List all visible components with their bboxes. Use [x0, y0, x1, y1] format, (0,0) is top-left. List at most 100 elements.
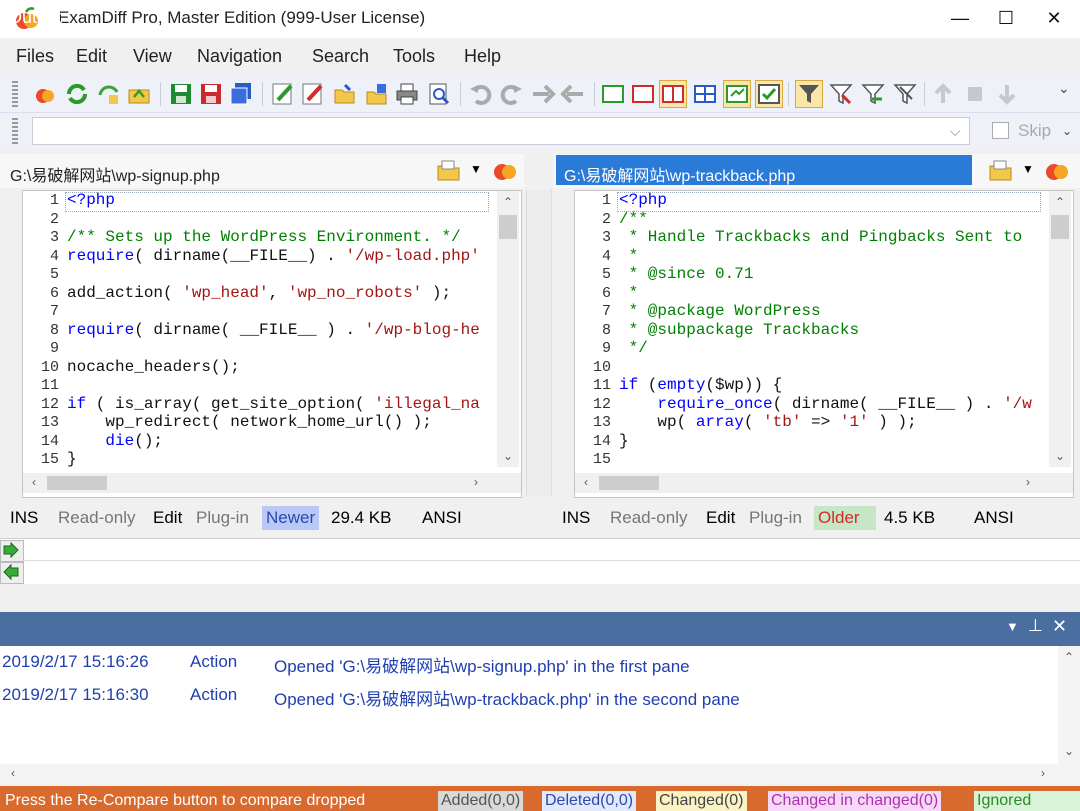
code-line[interactable]: * Handle Trackbacks and Pingbacks Sent t… [619, 228, 1023, 246]
left-file-path[interactable]: G:\易破解网站\wp-signup.php [10, 162, 220, 186]
edit-right-icon[interactable] [300, 81, 326, 107]
code-line[interactable]: wp( array( 'tb' => '1' ) ); [619, 413, 916, 431]
code-line[interactable]: if (empty($wp)) { [619, 376, 782, 394]
left-horizontal-scrollbar[interactable]: ‹ › [23, 473, 521, 493]
chevron-down-icon[interactable]: ▼ [470, 162, 482, 176]
left-code-area[interactable]: <?php/** Sets up the WordPress Environme… [63, 191, 497, 478]
menu-files[interactable]: Files [16, 46, 54, 67]
compare-icon[interactable] [32, 81, 58, 107]
side-by-side-icon[interactable] [659, 80, 687, 108]
right-horizontal-scrollbar[interactable]: ‹ › [575, 473, 1073, 493]
code-line[interactable]: wp_redirect( network_home_url() ); [67, 413, 431, 431]
pane-splitter[interactable] [526, 190, 552, 496]
current-diff-icon[interactable] [962, 81, 988, 107]
arrow-right-icon[interactable] [0, 540, 24, 562]
code-line[interactable]: require( dirname( __FILE__ ) . '/wp-blog… [67, 321, 480, 339]
open-folder-icon[interactable] [332, 81, 358, 107]
code-line[interactable]: */ [619, 339, 648, 357]
right-code-pane[interactable]: 1 2 3 4 5 6 7 8 9 10 11 12 13 14 15 <?php/** * Handle … [574, 190, 1074, 498]
scroll-thumb[interactable] [1051, 215, 1069, 239]
scroll-right-icon[interactable]: › [1021, 475, 1035, 489]
code-line[interactable]: die(); [67, 432, 163, 450]
menu-edit[interactable]: Edit [76, 46, 107, 67]
print-icon[interactable] [394, 81, 420, 107]
right-file-path[interactable]: G:\易破解网站\wp-trackback.php [564, 162, 795, 186]
scroll-thumb[interactable] [599, 476, 659, 490]
right-code-area[interactable]: <?php/** * Handle Trackbacks and Pingbac… [615, 191, 1049, 478]
close-button[interactable]: ✕ [1034, 6, 1074, 30]
minimize-button[interactable]: — [940, 6, 980, 30]
code-line[interactable]: * [619, 284, 639, 302]
scroll-down-icon[interactable]: ⌄ [1049, 449, 1071, 463]
scroll-left-icon[interactable]: ‹ [27, 475, 41, 489]
arrow-left-icon[interactable] [0, 562, 24, 584]
toolbar-overflow-icon[interactable]: ⌄ [1062, 124, 1072, 138]
code-line[interactable]: nocache_headers(); [67, 358, 240, 376]
save-all-icon[interactable] [228, 81, 254, 107]
save-right-icon[interactable] [198, 81, 224, 107]
edit-status[interactable]: Edit [702, 506, 739, 530]
dropdown-icon[interactable]: ▼ [1006, 619, 1019, 634]
copy-left-arrow-icon[interactable] [560, 81, 586, 107]
code-line[interactable]: /** [619, 210, 648, 228]
edit-left-icon[interactable] [270, 81, 296, 107]
toolbar-grip[interactable] [12, 118, 18, 144]
scroll-down-icon[interactable]: ⌄ [497, 449, 519, 463]
code-line[interactable]: } [67, 450, 77, 468]
scroll-left-icon[interactable]: ‹ [579, 475, 593, 489]
code-line[interactable]: * @since 0.71 [619, 265, 754, 283]
show-identical-icon[interactable] [600, 81, 626, 107]
print-preview-icon[interactable] [426, 81, 452, 107]
plugin-status[interactable]: Plug-in [745, 506, 806, 530]
copy-folder-icon[interactable] [364, 81, 390, 107]
compare-combo[interactable] [32, 117, 970, 145]
home-folder-icon[interactable] [126, 81, 152, 107]
filter-add-icon[interactable] [828, 81, 854, 107]
compare-icon[interactable] [1044, 157, 1070, 183]
left-code-pane[interactable]: 1 2 3 4 5 6 7 8 9 10 11 12 13 14 15 <?php/** Sets up t… [22, 190, 522, 498]
code-line[interactable]: require( dirname(__FILE__) . '/wp-load.p… [67, 247, 480, 265]
toolbar-grip[interactable] [12, 81, 18, 107]
right-vertical-scrollbar[interactable]: ⌃ ⌄ [1049, 191, 1071, 467]
readonly-status[interactable]: Read-only [54, 506, 140, 530]
code-line[interactable]: * @package WordPress [619, 302, 821, 320]
sync-view-icon[interactable] [723, 80, 751, 108]
left-vertical-scrollbar[interactable]: ⌃ ⌄ [497, 191, 519, 467]
show-different-icon[interactable] [630, 81, 656, 107]
scroll-up-icon[interactable]: ⌃ [497, 195, 519, 209]
scroll-thumb[interactable] [499, 215, 517, 239]
prev-diff-icon[interactable] [930, 81, 956, 107]
code-line[interactable]: if ( is_array( get_site_option( 'illegal… [67, 395, 480, 413]
copy-right-arrow-icon[interactable] [530, 81, 556, 107]
menu-search[interactable]: Search [312, 46, 369, 67]
next-diff-icon[interactable] [994, 81, 1020, 107]
skip-checkbox[interactable] [992, 122, 1009, 139]
grid-view-icon[interactable] [692, 81, 718, 107]
output-horizontal-scrollbar[interactable]: ‹ › [0, 764, 1080, 784]
code-line[interactable]: } [619, 432, 629, 450]
plugin-status[interactable]: Plug-in [192, 506, 253, 530]
code-line[interactable]: /** Sets up the WordPress Environment. *… [67, 228, 461, 246]
undo-icon[interactable] [468, 81, 494, 107]
filter-remove-icon[interactable] [892, 81, 918, 107]
pin-icon[interactable]: ⊥ [1028, 616, 1043, 636]
menu-navigation[interactable]: Navigation [197, 46, 282, 67]
chevron-down-icon[interactable]: ⌵ [944, 120, 966, 142]
menu-tools[interactable]: Tools [393, 46, 435, 67]
maximize-button[interactable]: ☐ [986, 6, 1026, 30]
recompare-icon[interactable] [64, 81, 90, 107]
menu-view[interactable]: View [133, 46, 172, 67]
redo-icon[interactable] [498, 81, 524, 107]
scroll-right-icon[interactable]: › [469, 475, 483, 489]
scroll-up-icon[interactable]: ⌃ [1058, 650, 1080, 664]
code-line[interactable]: require_once( dirname( __FILE__ ) . '/w [619, 395, 1031, 413]
chevron-down-icon[interactable]: ▼ [1022, 162, 1034, 176]
scroll-left-icon[interactable]: ‹ [6, 766, 20, 780]
open-file-icon[interactable] [436, 158, 462, 182]
compare-icon[interactable] [492, 157, 518, 183]
toolbar-overflow-icon[interactable]: ⌄ [1058, 80, 1070, 97]
readonly-status[interactable]: Read-only [606, 506, 692, 530]
scroll-thumb[interactable] [47, 476, 107, 490]
filter-icon[interactable] [795, 80, 823, 108]
filter-change-icon[interactable] [860, 81, 886, 107]
